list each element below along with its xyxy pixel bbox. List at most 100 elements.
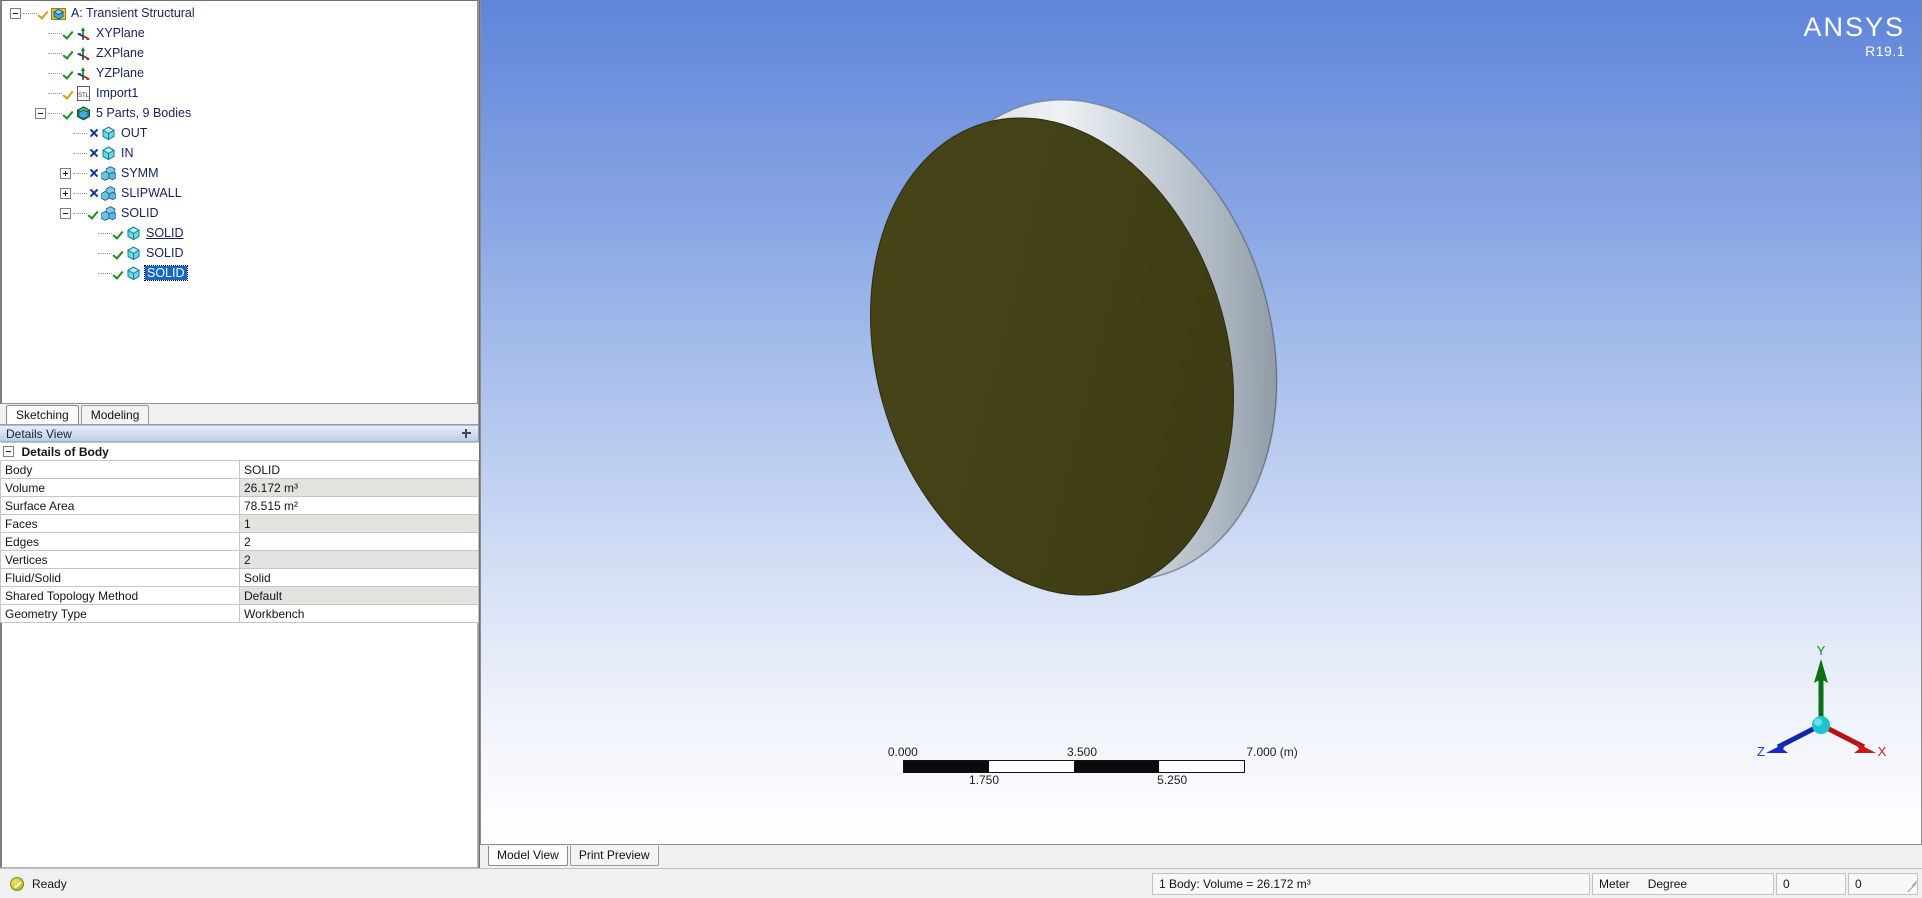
tree-item-yzplane-3[interactable]: YZPlane xyxy=(2,63,477,83)
details-row-value[interactable]: Default xyxy=(239,586,479,605)
checkmark-icon xyxy=(63,46,75,60)
tree-item-xyplane-1[interactable]: XYPlane xyxy=(2,23,477,43)
status-unit-angle: Degree xyxy=(1647,876,1688,891)
tree-item-label: YZPlane xyxy=(96,66,144,80)
ruler-top-labels: 0.000 3.500 7.000 (m) xyxy=(886,745,1298,760)
details-row-value[interactable]: Solid xyxy=(239,568,479,587)
tree-item-label: SOLID xyxy=(146,246,184,260)
tree-item-label: SOLID xyxy=(146,226,184,240)
details-row-value[interactable]: 1 xyxy=(239,514,479,533)
checkmark-icon xyxy=(63,26,75,40)
plane-icon xyxy=(76,46,91,61)
details-row: Surface Area 78.515 m² xyxy=(0,496,479,515)
tree-item-5-parts-9-bodies-5[interactable]: 5 Parts, 9 Bodies xyxy=(2,103,477,123)
tree-connector xyxy=(98,232,112,234)
checkmark-icon xyxy=(38,6,50,20)
tab-modeling[interactable]: Modeling xyxy=(80,405,150,424)
details-row-key: Fluid/Solid xyxy=(0,568,240,587)
ruler-tick-label: 1.750 xyxy=(968,773,1000,787)
ansys-logo: ANSYS R19.1 xyxy=(1803,12,1905,59)
tree-item-zxplane-2[interactable]: ZXPlane xyxy=(2,43,477,63)
plane-icon xyxy=(76,26,91,41)
3d-viewport[interactable]: ANSYS R19.1 0.000 3.500 7.000 (m) 1.750 … xyxy=(480,0,1922,845)
checkmark-icon xyxy=(63,66,75,80)
tree-item-label: A: Transient Structural xyxy=(71,6,195,20)
tree-item-label: Import1 xyxy=(96,86,139,100)
collapse-icon[interactable] xyxy=(35,107,46,119)
tree-item-symm-8[interactable]: SYMM xyxy=(2,163,477,183)
details-collapse-icon[interactable] xyxy=(2,446,14,457)
parts-icon xyxy=(76,105,91,121)
tab-sketching[interactable]: Sketching xyxy=(6,405,79,424)
sketch-model-tabs: Sketching Modeling xyxy=(0,404,478,425)
details-row: Faces 1 xyxy=(0,514,479,533)
tree-item-label: SOLID xyxy=(144,265,188,281)
tree-connector xyxy=(48,72,62,74)
tab-model-view[interactable]: Model View xyxy=(488,846,568,866)
tree-connector xyxy=(48,112,62,114)
triad-y-label: Y xyxy=(1817,643,1826,658)
tree-connector xyxy=(23,12,37,14)
details-row-value[interactable]: 26.172 m³ xyxy=(239,478,479,497)
details-row-value[interactable]: 2 xyxy=(239,532,479,551)
part-icon xyxy=(101,165,116,181)
body-icon xyxy=(126,266,141,281)
triad-x-label: X xyxy=(1878,744,1886,759)
details-row-value[interactable]: 78.515 m² xyxy=(239,496,479,515)
details-table: Details of Body Body SOLID Volume 26.172 m³ S… xyxy=(0,442,479,623)
collapse-icon[interactable] xyxy=(10,7,21,19)
ruler-segment xyxy=(1074,761,1159,772)
geometry-model[interactable] xyxy=(815,55,1332,640)
tree-connector xyxy=(48,52,62,54)
tree-item-in-7[interactable]: IN xyxy=(2,143,477,163)
expand-icon[interactable] xyxy=(60,167,71,179)
tree-item-a-transient-structural-0[interactable]: A: Transient Structural xyxy=(2,3,477,23)
scale-ruler: 0.000 3.500 7.000 (m) 1.750 5.250 xyxy=(886,745,1298,788)
ansys-logo-text: ANSYS xyxy=(1803,12,1905,42)
checkmark-icon xyxy=(63,106,75,120)
suppressed-cross-icon xyxy=(88,146,100,160)
model-tree[interactable]: A: Transient Structural XYPlane ZXPlane YZP… xyxy=(0,0,478,404)
tree-item-solid-10[interactable]: SOLID xyxy=(2,203,477,223)
graphics-pane: ANSYS R19.1 0.000 3.500 7.000 (m) 1.750 … xyxy=(479,0,1922,868)
details-row-value[interactable]: Workbench xyxy=(239,604,479,623)
tree-item-import1-4[interactable]: STL Import1 xyxy=(2,83,477,103)
tree-item-slipwall-9[interactable]: SLIPWALL xyxy=(2,183,477,203)
tree-item-label: SLIPWALL xyxy=(121,186,182,200)
expand-icon[interactable] xyxy=(60,187,71,199)
status-counter-2-value: 0 xyxy=(1855,876,1862,891)
details-group-cell: Details of Body xyxy=(0,442,479,461)
details-row-value[interactable]: SOLID xyxy=(239,460,479,479)
details-row-value[interactable]: 2 xyxy=(239,550,479,569)
checkmark-icon xyxy=(63,86,75,100)
collapse-icon[interactable] xyxy=(60,207,71,219)
triad-origin-sphere xyxy=(1812,716,1830,734)
details-row: Body SOLID xyxy=(0,460,479,479)
ruler-segment xyxy=(904,761,989,772)
body-icon xyxy=(126,246,141,261)
details-row-key: Faces xyxy=(0,514,240,533)
tree-item-solid-13[interactable]: SOLID xyxy=(2,263,477,283)
ruler-segment xyxy=(1159,761,1244,772)
body-icon xyxy=(101,146,116,161)
tree-item-out-6[interactable]: OUT xyxy=(2,123,477,143)
details-row-key: Geometry Type xyxy=(0,604,240,623)
tree-item-solid-11[interactable]: SOLID xyxy=(2,223,477,243)
details-row-key: Volume xyxy=(0,478,240,497)
details-view-titlebar: Details View xyxy=(0,425,478,442)
tab-sketching-label: Sketching xyxy=(16,408,69,422)
ready-status-icon xyxy=(10,876,24,891)
disc-face-surface xyxy=(815,73,1289,640)
ruler-tick-label: 0.000 xyxy=(887,745,918,759)
tree-connector xyxy=(98,252,112,254)
tree-item-solid-12[interactable]: SOLID xyxy=(2,243,477,263)
tree-connector xyxy=(98,272,112,274)
pin-icon[interactable] xyxy=(461,428,472,439)
tab-print-preview[interactable]: Print Preview xyxy=(569,846,659,866)
tree-connector xyxy=(73,172,87,174)
ruler-bar xyxy=(903,760,1245,773)
axis-triad[interactable]: Y X Z xyxy=(1756,641,1886,766)
ruler-segment xyxy=(989,761,1074,772)
details-row: Geometry Type Workbench xyxy=(0,604,479,623)
tab-print-preview-label: Print Preview xyxy=(578,848,650,862)
